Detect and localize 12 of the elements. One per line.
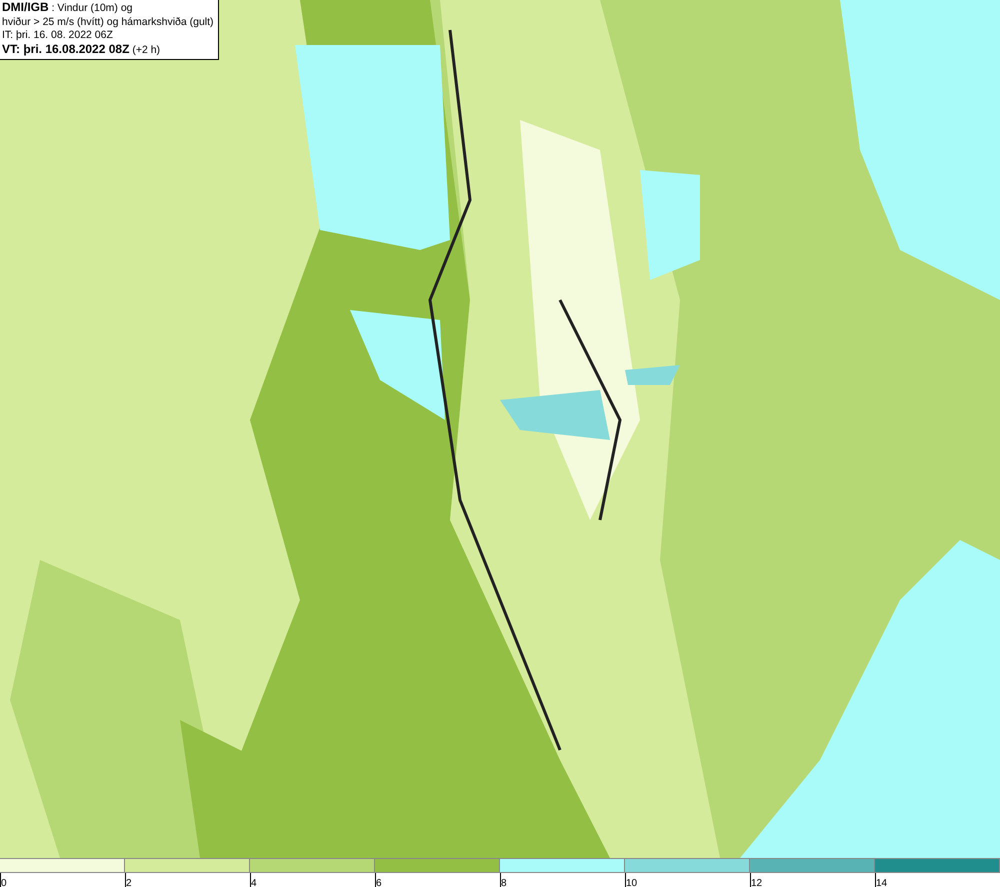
header-text: IT: þri. 16. 08. 2022 06Z: [2, 29, 114, 42]
legend-label: 6: [376, 878, 382, 887]
header-text: hviður > 25 m/s (hvítt) og hámarkshviða (gult): [2, 16, 214, 29]
legend-label: 2: [126, 878, 132, 887]
legend-label: 14: [876, 878, 888, 887]
header-text: DMI/IGB : Vindur (10m) og: [2, 1, 134, 16]
legend-label: 12: [751, 878, 762, 887]
legend-label: 10: [626, 878, 638, 887]
legend-label: 0: [1, 878, 7, 887]
legend-label: 8: [501, 878, 507, 887]
legend-label: 4: [251, 878, 257, 887]
header-text: VT: þri. 16.08.2022 08Z (+2 h): [2, 42, 162, 57]
